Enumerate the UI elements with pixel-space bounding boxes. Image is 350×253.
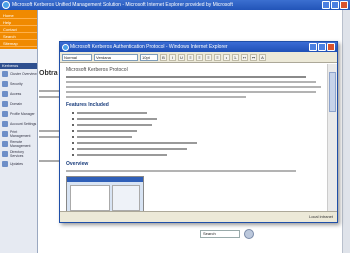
list-item [72, 110, 322, 115]
underline-button[interactable]: U [178, 53, 185, 61]
minimize-button[interactable] [322, 1, 330, 9]
nav-item-icon [2, 121, 8, 127]
list-item [72, 128, 322, 133]
internet-explorer-icon [62, 43, 69, 51]
internet-explorer-icon [2, 1, 10, 9]
nav-item-icon [2, 131, 8, 137]
nav-item-icon [2, 151, 8, 157]
close-button[interactable] [340, 1, 348, 9]
text-line [66, 86, 321, 88]
nav-item[interactable]: Domain [0, 99, 37, 109]
format-select[interactable]: Normal [62, 53, 92, 61]
nav-item-icon [2, 141, 8, 147]
left-nav-panel: Home Help Contact Search Sitemap Kerbero… [0, 10, 38, 253]
size-select[interactable]: 10pt [140, 53, 158, 61]
nav-item-icon [2, 91, 8, 97]
search-input[interactable]: Search [200, 230, 240, 238]
background-text-line [39, 96, 59, 98]
list-item [72, 122, 322, 127]
bold-button[interactable]: B [160, 53, 167, 61]
popup-maximize-button[interactable] [318, 43, 326, 51]
bullet-list-button[interactable]: • [223, 53, 230, 61]
popup-scrollbar[interactable] [327, 64, 337, 212]
popup-minimize-button[interactable] [309, 43, 317, 51]
background-text-line [39, 136, 59, 138]
background-text-line [39, 130, 59, 132]
nav-item-icon [2, 81, 8, 87]
menu-item-help[interactable]: Help [0, 19, 37, 26]
font-color-button[interactable]: A [259, 53, 266, 61]
browser-title: Microsoft Kerberos Unified Management So… [12, 2, 233, 8]
popup-content: Microsoft Kerberos Protocol Features Inc… [60, 64, 328, 212]
nav-item[interactable]: Access [0, 89, 37, 99]
text-line [66, 170, 296, 172]
indent-button[interactable]: ↦ [250, 53, 257, 61]
popup-statusbar: Local intranet [60, 211, 337, 222]
align-left-button[interactable]: ≡ [187, 53, 194, 61]
page-scrollbar[interactable] [342, 10, 350, 253]
menu-item-home[interactable]: Home [0, 12, 37, 19]
outdent-button[interactable]: ↤ [241, 53, 248, 61]
popup-titlebar: Microsoft Kerberos Authentication Protoc… [60, 42, 337, 52]
nav-item[interactable]: Updates [0, 159, 37, 169]
search-go-button[interactable] [244, 229, 254, 239]
top-menu: Home Help Contact Search Sitemap [0, 10, 37, 49]
screenshot-thumbnail[interactable] [66, 176, 144, 212]
popup-title: Microsoft Kerberos Authentication Protoc… [70, 44, 228, 50]
menu-item-sitemap[interactable]: Sitemap [0, 40, 37, 47]
align-center-button[interactable]: ≡ [196, 53, 203, 61]
nav-item-icon [2, 111, 8, 117]
menu-item-contact[interactable]: Contact [0, 26, 37, 33]
nav-item-icon [2, 101, 8, 107]
maximize-button[interactable] [331, 1, 339, 9]
popup-close-button[interactable] [327, 43, 335, 51]
content-title: Microsoft Kerberos Protocol [66, 67, 128, 73]
nav-item-icon [2, 71, 8, 77]
font-select[interactable]: Verdana [94, 53, 138, 61]
list-item [72, 146, 322, 151]
text-line [66, 96, 246, 98]
browser-titlebar: Microsoft Kerberos Unified Management So… [0, 0, 350, 10]
popup-window: Microsoft Kerberos Authentication Protoc… [59, 41, 338, 223]
nav-item[interactable]: Remote Management [0, 139, 37, 149]
justify-button[interactable]: ≡ [214, 53, 221, 61]
list-item [72, 134, 322, 139]
background-text-line [39, 160, 59, 162]
align-right-button[interactable]: ≡ [205, 53, 212, 61]
editor-toolbar: Normal Verdana 10pt B I U ≡ ≡ ≡ ≡ • 1. ↤… [60, 52, 337, 63]
italic-button[interactable]: I [169, 53, 176, 61]
nav-item[interactable]: Directory Services [0, 149, 37, 159]
text-line [66, 91, 316, 93]
nav-item[interactable]: Profile Manager [0, 109, 37, 119]
nav-item-icon [2, 161, 8, 167]
security-zone: Local intranet [308, 214, 333, 219]
numbered-list-button[interactable]: 1. [232, 53, 239, 61]
scrollbar-thumb[interactable] [329, 72, 336, 112]
list-item [72, 152, 322, 157]
list-item [72, 116, 322, 121]
nav-item[interactable]: Cluster Overview [0, 69, 37, 79]
menu-item-search[interactable]: Search [0, 33, 37, 40]
background-page-title: Obtra [39, 70, 58, 77]
nav-item[interactable]: Account Settings [0, 119, 37, 129]
features-heading: Features Included [66, 102, 109, 108]
nav-item[interactable]: Security [0, 79, 37, 89]
text-line [66, 81, 316, 83]
text-line [66, 76, 306, 78]
background-text-line [39, 90, 59, 92]
list-item [72, 140, 322, 145]
overview-heading: Overview [66, 161, 89, 167]
nav-item[interactable]: Print Management [0, 129, 37, 139]
